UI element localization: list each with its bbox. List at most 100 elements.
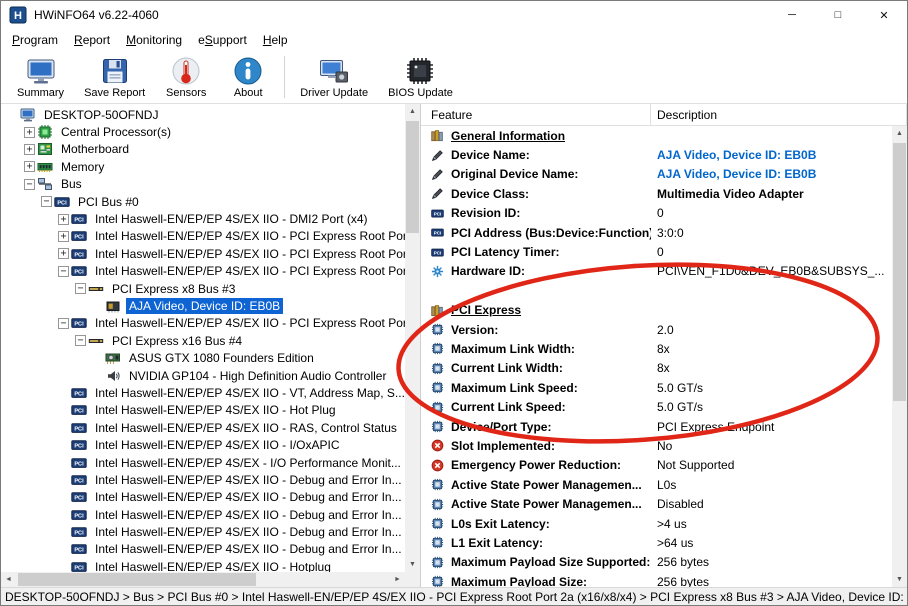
collapse-box[interactable]: − <box>24 179 35 190</box>
feature-row[interactable]: Device/Port Type:PCI Express Endpoint <box>421 417 892 436</box>
tree-item[interactable]: +Motherboard <box>1 141 405 158</box>
detail-vertical-scrollbar[interactable]: ▲ ▼ <box>892 126 907 587</box>
menu-report[interactable]: Report <box>66 30 118 50</box>
expand-box[interactable]: + <box>24 144 35 155</box>
feature-row[interactable]: L0s Exit Latency:>4 us <box>421 514 892 533</box>
feature-row[interactable]: L1 Exit Latency:>64 us <box>421 533 892 552</box>
scroll-up-arrow[interactable]: ▲ <box>892 126 907 141</box>
scroll-down-arrow[interactable]: ▼ <box>892 572 907 587</box>
collapse-box[interactable]: − <box>75 335 86 346</box>
pci-icon: PCI <box>71 541 89 557</box>
tree-vertical-scrollbar[interactable]: ▲ ▼ <box>405 104 420 572</box>
collapse-box[interactable]: − <box>58 266 69 277</box>
tree-item[interactable]: AJA Video, Device ID: EB0B <box>1 297 405 314</box>
toolbar-button-label: BIOS Update <box>388 87 453 99</box>
tree-item[interactable]: −Bus <box>1 176 405 193</box>
minimize-button[interactable]: ─ <box>769 1 815 29</box>
toolbar-about-button[interactable]: About <box>217 53 279 102</box>
feature-row[interactable]: Maximum Link Speed:5.0 GT/s <box>421 378 892 397</box>
tree-item[interactable]: PCIIntel Haswell-EN/EP/EP 4S/EX IIO - De… <box>1 523 405 540</box>
toolbar-sensors-button[interactable]: Sensors <box>155 53 217 102</box>
expand-box[interactable]: + <box>58 231 69 242</box>
feature-row[interactable]: Maximum Link Width:8x <box>421 339 892 358</box>
feature-column-header[interactable]: Feature <box>421 104 651 125</box>
expand-box[interactable]: + <box>58 248 69 259</box>
feature-row[interactable]: Maximum Payload Size Supported:256 bytes <box>421 553 892 572</box>
tree-item[interactable]: DESKTOP-50OFNDJ <box>1 106 405 123</box>
expand-box[interactable]: + <box>24 127 35 138</box>
tree-item[interactable]: −PCIPCI Bus #0 <box>1 193 405 210</box>
menu-help[interactable]: Help <box>255 30 296 50</box>
tree-item[interactable]: PCIIntel Haswell-EN/EP/EP 4S/EX IIO - De… <box>1 489 405 506</box>
tree-item[interactable]: ASUS GTX 1080 Founders Edition <box>1 349 405 366</box>
feature-value: PCI\VEN_F1D0&DEV_EB0B&SUBSYS_... <box>657 264 892 278</box>
expand-box[interactable]: + <box>58 214 69 225</box>
scroll-left-arrow[interactable]: ◄ <box>1 572 16 587</box>
feature-value: 8x <box>657 342 892 356</box>
collapse-box[interactable]: − <box>75 283 86 294</box>
tree-horizontal-scrollbar[interactable]: ◄ ► <box>1 572 405 587</box>
menu-esupport[interactable]: eSupport <box>190 30 255 50</box>
feature-row[interactable]: Device Class:Multimedia Video Adapter <box>421 184 892 203</box>
tree-item[interactable]: PCIIntel Haswell-EN/EP/EP 4S/EX IIO - De… <box>1 541 405 558</box>
close-button[interactable]: ✕ <box>861 1 907 29</box>
tree-item[interactable]: PCIIntel Haswell-EN/EP/EP 4S/EX IIO - I/… <box>1 436 405 453</box>
feature-row[interactable]: Device Name:AJA Video, Device ID: EB0B <box>421 145 892 164</box>
tree-item[interactable]: +PCIIntel Haswell-EN/EP/EP 4S/EX IIO - P… <box>1 245 405 262</box>
toolbar-driver-update-button[interactable]: Driver Update <box>290 53 378 102</box>
scrollbar-thumb[interactable] <box>18 573 256 586</box>
feature-value: L0s <box>657 478 892 492</box>
menu-program[interactable]: Program <box>4 30 66 50</box>
menu-monitoring[interactable]: Monitoring <box>118 30 190 50</box>
section-row[interactable]: General Information <box>421 126 892 145</box>
titlebar[interactable]: H HWiNFO64 v6.22-4060 ─□✕ <box>1 1 907 29</box>
feature-row[interactable]: Current Link Width:8x <box>421 359 892 378</box>
feature-row[interactable]: Emergency Power Reduction:Not Supported <box>421 456 892 475</box>
description-column-header[interactable]: Description <box>651 104 907 125</box>
tree-item[interactable]: −PCIIntel Haswell-EN/EP/EP 4S/EX IIO - P… <box>1 315 405 332</box>
feature-row[interactable]: PCIPCI Address (Bus:Device:Function) Nu.… <box>421 223 892 242</box>
toolbar-save-report-button[interactable]: Save Report <box>74 53 155 102</box>
detail-header: Feature Description <box>421 104 907 126</box>
feature-row[interactable]: Slot Implemented:No <box>421 436 892 455</box>
tree-item[interactable]: −PCI Express x8 Bus #3 <box>1 280 405 297</box>
tree-item[interactable]: −PCIIntel Haswell-EN/EP/EP 4S/EX IIO - P… <box>1 263 405 280</box>
tree-item[interactable]: +Memory <box>1 158 405 175</box>
tree-item[interactable]: +PCIIntel Haswell-EN/EP/EP 4S/EX IIO - P… <box>1 228 405 245</box>
tree-item[interactable]: PCIIntel Haswell-EN/EP/EP 4S/EX IIO - De… <box>1 506 405 523</box>
tree-item[interactable]: PCIIntel Haswell-EN/EP/EP 4S/EX - I/O Pe… <box>1 454 405 471</box>
collapse-box[interactable]: − <box>41 196 52 207</box>
feature-row[interactable]: Version:2.0 <box>421 320 892 339</box>
svg-text:PCI: PCI <box>74 513 84 519</box>
toolbar-bios-update-button[interactable]: BIOS Update <box>378 53 463 102</box>
tree-item[interactable]: PCIIntel Haswell-EN/EP/EP 4S/EX IIO - VT… <box>1 384 405 401</box>
section-row[interactable]: PCI Express <box>421 301 892 320</box>
tree-item[interactable]: PCIIntel Haswell-EN/EP/EP 4S/EX IIO - Ho… <box>1 558 405 572</box>
feature-row[interactable]: Maximum Payload Size:256 bytes <box>421 572 892 587</box>
tree-item[interactable]: PCIIntel Haswell-EN/EP/EP 4S/EX IIO - RA… <box>1 419 405 436</box>
feature-row[interactable]: Active State Power Managemen...L0s <box>421 475 892 494</box>
feature-row[interactable]: PCIPCI Latency Timer:0 <box>421 242 892 261</box>
tree-item[interactable]: +PCIIntel Haswell-EN/EP/EP 4S/EX IIO - D… <box>1 210 405 227</box>
tree-item[interactable]: +Central Processor(s) <box>1 123 405 140</box>
pci-icon: PCI <box>431 226 444 239</box>
feature-row[interactable]: Current Link Speed:5.0 GT/s <box>421 397 892 416</box>
feature-label: L0s Exit Latency: <box>451 517 651 531</box>
feature-row[interactable]: Active State Power Managemen...Disabled <box>421 494 892 513</box>
feature-row[interactable]: PCIRevision ID:0 <box>421 204 892 223</box>
scroll-down-arrow[interactable]: ▼ <box>405 557 420 572</box>
tree-item[interactable]: PCIIntel Haswell-EN/EP/EP 4S/EX IIO - Ho… <box>1 402 405 419</box>
scroll-up-arrow[interactable]: ▲ <box>405 104 420 119</box>
scrollbar-thumb[interactable] <box>893 143 906 401</box>
scroll-right-arrow[interactable]: ► <box>390 572 405 587</box>
tree-item[interactable]: PCIIntel Haswell-EN/EP/EP 4S/EX IIO - De… <box>1 471 405 488</box>
collapse-box[interactable]: − <box>58 318 69 329</box>
feature-row[interactable]: Hardware ID:PCI\VEN_F1D0&DEV_EB0B&SUBSYS… <box>421 262 892 281</box>
maximize-button[interactable]: □ <box>815 1 861 29</box>
tree-item[interactable]: −PCI Express x16 Bus #4 <box>1 332 405 349</box>
feature-row[interactable]: Original Device Name:AJA Video, Device I… <box>421 165 892 184</box>
tree-item[interactable]: NVIDIA GP104 - High Definition Audio Con… <box>1 367 405 384</box>
scrollbar-thumb[interactable] <box>406 121 419 233</box>
expand-box[interactable]: + <box>24 161 35 172</box>
toolbar-summary-button[interactable]: Summary <box>7 53 74 102</box>
